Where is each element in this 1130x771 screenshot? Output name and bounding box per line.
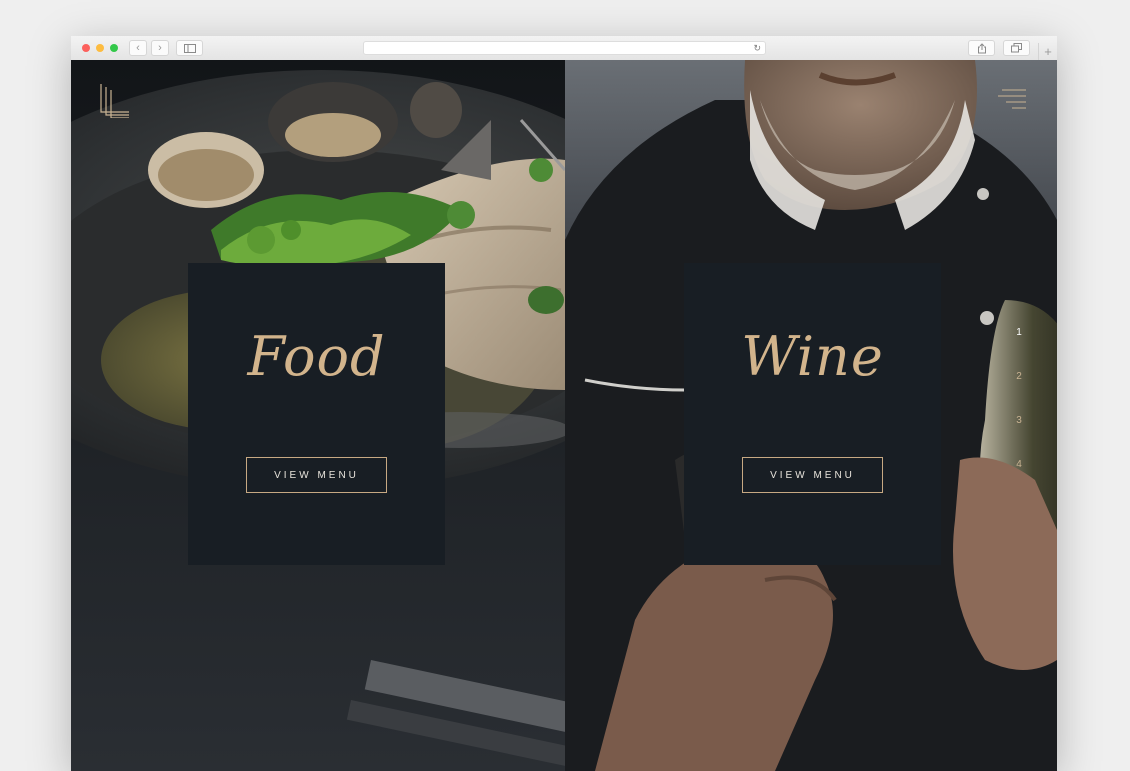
slide-nav-item[interactable]: 3 (1016, 414, 1022, 458)
browser-toolbar: ‹ › ↻ + (71, 36, 1057, 61)
slide-navigation: 1 2 3 4 (1011, 326, 1027, 502)
close-window-button[interactable] (82, 44, 90, 52)
minimize-window-button[interactable] (96, 44, 104, 52)
plus-icon: + (1044, 44, 1052, 59)
share-icon (977, 42, 986, 53)
reload-icon[interactable]: ↻ (753, 42, 761, 54)
wine-card: Wine VIEW MENU (684, 263, 941, 565)
page-content: Food VIEW MENU Wine VIEW MENU 1 2 3 4 (71, 60, 1057, 771)
food-panel: Food VIEW MENU (71, 60, 565, 771)
sidebar-icon (183, 43, 196, 53)
wine-panel: Wine VIEW MENU 1 2 3 4 (565, 60, 1057, 771)
chevron-right-icon: › (158, 41, 162, 54)
slide-nav-item[interactable]: 4 (1016, 458, 1022, 502)
address-bar[interactable]: ↻ (363, 41, 766, 55)
browser-window: ‹ › ↻ + Food VIEW MENU Wine VIEW MENU 1 … (71, 36, 1057, 771)
maximize-window-button[interactable] (110, 44, 118, 52)
back-button[interactable]: ‹ (129, 40, 147, 56)
hamburger-menu-icon[interactable] (998, 87, 1026, 113)
food-view-menu-button[interactable]: VIEW MENU (246, 457, 387, 493)
chevron-left-icon: ‹ (136, 41, 140, 54)
lines-logo-icon[interactable] (99, 82, 129, 118)
sidebar-toggle-button[interactable] (176, 40, 203, 56)
wine-view-menu-button[interactable]: VIEW MENU (742, 457, 883, 493)
tabs-overview-button[interactable] (1003, 40, 1030, 56)
slide-nav-item[interactable]: 1 (1016, 326, 1022, 370)
food-title: Food (247, 325, 386, 388)
tabs-icon (1011, 43, 1022, 53)
share-button[interactable] (968, 40, 995, 56)
slide-nav-item[interactable]: 2 (1016, 370, 1022, 414)
new-tab-button[interactable]: + (1038, 43, 1057, 60)
food-card: Food VIEW MENU (188, 263, 445, 565)
forward-button[interactable]: › (151, 40, 169, 56)
wine-title: Wine (741, 325, 884, 388)
